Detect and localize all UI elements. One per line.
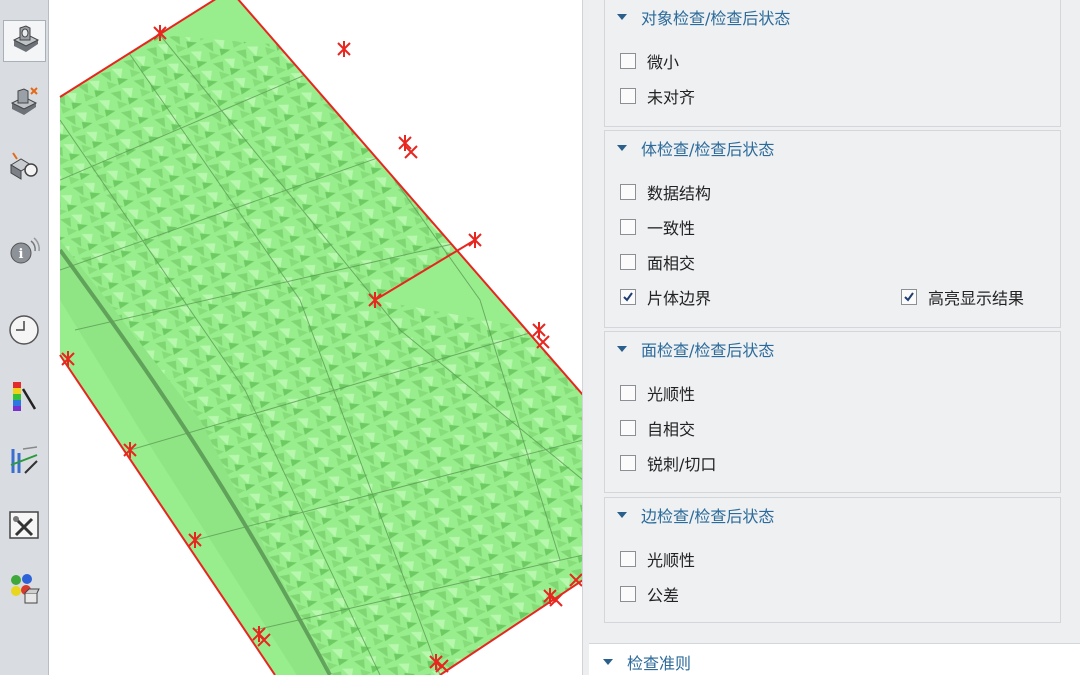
tolerance-option[interactable]: 公差 <box>620 581 679 607</box>
check-criteria-title: 检查准则 <box>627 654 692 673</box>
spikes-cuts-checkbox[interactable] <box>620 455 636 471</box>
body-check-header[interactable]: 体检查/检查后状态 <box>605 131 774 165</box>
highlight-results-option[interactable]: 高亮显示结果 <box>901 284 1024 310</box>
checkmark-icon <box>904 292 914 302</box>
option-label: 光顺性 <box>647 385 696 404</box>
tools-icon <box>7 507 41 545</box>
option-label: 微小 <box>647 53 680 72</box>
option-label: 一致性 <box>647 219 696 238</box>
panel-splitter[interactable] <box>582 0 589 675</box>
option-label: 公差 <box>647 586 680 605</box>
misaligned-objects-checkbox[interactable] <box>620 88 636 104</box>
examine-geometry-icon <box>7 85 41 123</box>
face-smoothness-option[interactable]: 光顺性 <box>620 380 695 406</box>
dimension-analysis-icon <box>7 443 41 481</box>
collapse-triangle-icon <box>617 14 627 20</box>
sheet-boundaries-option[interactable]: 片体边界 <box>620 284 711 310</box>
self-intersection-option[interactable]: 自相交 <box>620 415 695 441</box>
face-intersections-option[interactable]: 面相交 <box>620 249 695 275</box>
clock-icon <box>7 313 41 351</box>
color-analysis-icon <box>7 379 41 417</box>
collapse-triangle-icon <box>617 145 627 151</box>
resource-toolbar: i <box>0 0 49 675</box>
consistency-option[interactable]: 一致性 <box>620 214 695 240</box>
edge-smoothness-checkbox[interactable] <box>620 551 636 567</box>
svg-text:i: i <box>19 247 24 262</box>
object-check-header[interactable]: 对象检查/检查后状态 <box>605 0 790 34</box>
collapse-triangle-icon <box>617 346 627 352</box>
tiny-objects-checkbox[interactable] <box>620 53 636 69</box>
color-analysis-tool[interactable] <box>4 378 44 418</box>
option-label: 未对齐 <box>647 88 696 107</box>
object-check-group: 对象检查/检查后状态 微小 未对齐 <box>604 0 1061 127</box>
self-intersection-checkbox[interactable] <box>620 420 636 436</box>
info-icon: i <box>7 233 41 271</box>
body-check-group: 体检查/检查后状态 数据结构 一致性 面相交 片体边界 高亮显示结果 <box>604 130 1061 328</box>
face-check-group: 面检查/检查后状态 光顺性 自相交 锐刺/切口 <box>604 331 1061 493</box>
data-structure-option[interactable]: 数据结构 <box>620 179 711 205</box>
edge-smoothness-option[interactable]: 光顺性 <box>620 546 695 572</box>
display-settings-tool[interactable] <box>4 570 44 610</box>
body-check-title: 体检查/检查后状态 <box>641 140 775 159</box>
misaligned-objects-option[interactable]: 未对齐 <box>620 83 695 109</box>
option-label: 片体边界 <box>647 289 712 308</box>
option-label: 自相交 <box>647 420 696 439</box>
consistency-checkbox[interactable] <box>620 219 636 235</box>
option-label: 高亮显示结果 <box>928 289 1025 308</box>
sheet-body-model <box>59 0 582 675</box>
examine-geometry-panel: 对象检查/检查后状态 微小 未对齐 体检查/检查后状态 数据结构 一致性 面相交 <box>589 0 1080 684</box>
highlight-results-checkbox[interactable] <box>901 289 917 305</box>
face-check-header[interactable]: 面检查/检查后状态 <box>605 332 774 366</box>
edge-check-group: 边检查/检查后状态 光顺性 公差 <box>604 497 1061 623</box>
tolerance-checkbox[interactable] <box>620 586 636 602</box>
spikes-cuts-option[interactable]: 锐刺/切口 <box>620 450 716 476</box>
face-intersections-checkbox[interactable] <box>620 254 636 270</box>
edge-check-title: 边检查/检查后状态 <box>641 507 775 526</box>
check-criteria-section: 检查准则 <box>589 643 1080 684</box>
option-label: 面相交 <box>647 254 696 273</box>
face-smoothness-checkbox[interactable] <box>620 385 636 401</box>
information-tool[interactable]: i <box>4 232 44 272</box>
part-icon <box>8 22 42 60</box>
data-structure-checkbox[interactable] <box>620 184 636 200</box>
inspect-body-tool[interactable] <box>4 148 44 188</box>
examine-geometry-tool[interactable] <box>4 84 44 124</box>
sheet-boundaries-checkbox[interactable] <box>620 289 636 305</box>
inspect-body-icon <box>7 149 41 187</box>
object-check-title: 对象检查/检查后状态 <box>641 9 791 28</box>
history-tool[interactable] <box>4 312 44 352</box>
option-label: 光顺性 <box>647 551 696 570</box>
tiny-objects-option[interactable]: 微小 <box>620 48 679 74</box>
dimension-analysis-tool[interactable] <box>4 442 44 482</box>
graphics-viewport[interactable] <box>49 0 582 675</box>
option-label: 锐刺/切口 <box>647 455 717 474</box>
checkmark-icon <box>623 292 633 302</box>
part-navigator-tool[interactable] <box>3 20 46 62</box>
green-sheet-surface <box>60 0 582 675</box>
edge-check-header[interactable]: 边检查/检查后状态 <box>605 498 774 532</box>
collapse-triangle-icon <box>603 659 613 665</box>
collapse-triangle-icon <box>617 512 627 518</box>
option-label: 数据结构 <box>647 184 712 203</box>
tools-tool[interactable] <box>4 506 44 546</box>
palette-icon <box>7 571 41 609</box>
face-check-title: 面检查/检查后状态 <box>641 341 775 360</box>
